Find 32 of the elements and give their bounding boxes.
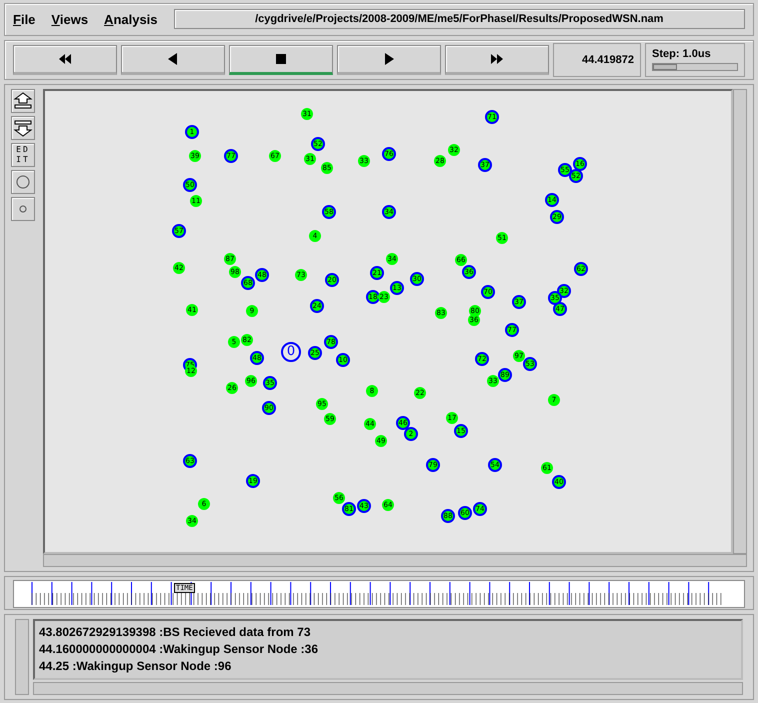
horizontal-scrollbar[interactable] [43, 554, 747, 567]
circle-icon [16, 174, 30, 189]
fast-forward-icon [489, 52, 505, 65]
log-horizontal-scrollbar[interactable] [33, 682, 743, 695]
menu-item[interactable]: File [13, 12, 36, 27]
stop-button[interactable] [229, 44, 333, 75]
rewind-icon [57, 52, 73, 65]
file-path-field: /cygdrive/e/Projects/2008-2009/ME/me5/ForPhaseI/Results/ProposedWSN.nam [174, 9, 745, 30]
tool-button[interactable] [11, 196, 35, 221]
step-label: Step: 1.0us [652, 48, 712, 60]
forward-button[interactable] [445, 44, 549, 75]
vertical-scrollbar[interactable] [733, 88, 747, 554]
slider-thumb[interactable] [653, 64, 678, 70]
time-display: 44.419872 [553, 42, 641, 77]
menu-item[interactable]: Views [51, 12, 88, 27]
stop-icon [273, 52, 289, 65]
step-slider[interactable] [652, 63, 738, 72]
log-scrollbar[interactable] [15, 619, 29, 695]
edit-button[interactable]: EDIT [11, 142, 35, 167]
tool-button[interactable] [11, 116, 35, 140]
tool-button[interactable] [11, 88, 35, 113]
rewind-button[interactable] [13, 44, 117, 75]
log-line: 44.160000000000004 :Wakingup Sensor Node :36 [39, 641, 320, 658]
zoom-in-icon [13, 92, 33, 110]
edit-label: EDIT [15, 145, 31, 164]
menu-item[interactable]: Analysis [104, 12, 158, 27]
log-line: 44.25 :Wakingup Sensor Node :96 [39, 658, 232, 675]
dot-icon [19, 204, 27, 213]
log-line: 43.802672929139398 :BS Recieved data from 73 [39, 624, 312, 641]
tool-button[interactable] [11, 170, 35, 194]
base-station-node: 0 [281, 342, 301, 362]
zoom-out-icon [13, 118, 33, 137]
